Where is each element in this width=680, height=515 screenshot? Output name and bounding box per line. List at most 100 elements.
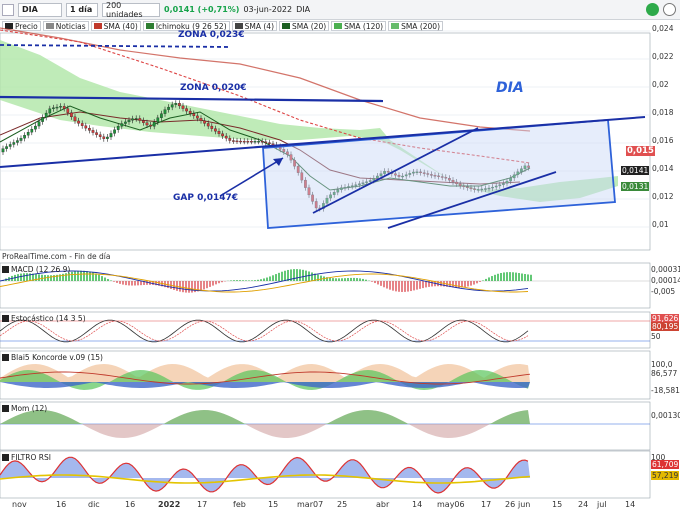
candle-body [228,138,232,141]
mom-positive [0,410,530,424]
price-tag-last: 0,0141 [621,166,650,175]
macd-bar [134,281,136,286]
macd-bar [197,281,199,292]
candle-body [145,122,149,126]
candle-body [70,112,73,118]
date-tick-label: 26 [505,500,516,509]
macd-bar [323,276,325,281]
macd-bar [350,277,352,281]
candle-body [451,179,455,183]
macd-bar [392,281,394,291]
candle-body [232,140,235,142]
macd-bar [38,274,40,281]
stoch-k-line [0,319,529,343]
macd-bar [380,281,382,286]
candle-body [448,178,451,181]
macd-bar [308,271,310,281]
candle-body [386,171,390,173]
candle-body [37,121,41,127]
macd-bar [191,281,193,293]
macd-bar [473,281,475,285]
settings-icon[interactable] [663,3,676,16]
macd-bar [92,272,94,281]
legend-label: SMA (120) [344,21,384,31]
rsi-pane-label[interactable]: FILTRO RSI [2,453,51,462]
macd-bar [419,281,421,289]
macd-bar [170,281,172,289]
macd-bar [107,279,109,281]
candle-body [217,131,221,134]
date-tick-label: 17 [197,500,208,509]
candle-body [160,113,163,118]
date-tick-label: 17 [481,500,492,509]
candle-body [260,141,264,143]
macd-bar [347,278,349,281]
units-select[interactable]: 200 unidades [102,1,160,19]
date-tick-label: 16 [125,500,136,509]
candle-body [469,187,473,189]
macd-bar [329,277,331,281]
macd-bar [269,276,271,281]
menu-icon[interactable] [2,3,14,16]
legend-chip[interactable]: SMA (40) [90,21,141,31]
candle-body [368,180,372,182]
candle-body [502,183,505,185]
candle-body [350,185,354,187]
macd-bar [239,280,241,281]
candle-body [509,177,512,182]
candle-body [264,141,268,143]
candle-body [48,108,52,114]
macd-bar [65,273,67,281]
date-tick-label: abr [376,500,390,509]
legend-chip[interactable]: SMA (20) [279,21,330,31]
date-tick-label: jun [518,500,531,509]
stoch-pane-label[interactable]: Estocástico (14 3 5) [2,314,86,323]
legend-chip[interactable]: SMA (200) [388,21,443,31]
candle-body [185,108,188,112]
macd-bar [179,281,181,292]
candle-body [80,123,84,126]
macd-bar [497,273,499,281]
candle-body [152,121,156,127]
mom-pane-label[interactable]: Mom (12) [2,404,47,413]
macd-bar [176,281,178,291]
symbol-field[interactable]: DIA [18,2,62,17]
period-label: 1 día [70,5,93,14]
price-tick-label: 0,024 [652,24,674,33]
koncorde-green [0,370,530,390]
macd-bar [185,281,187,293]
macd-bar [398,281,400,292]
candle-body [311,194,314,202]
macd-bar [416,281,418,290]
candle-body [307,187,311,196]
macd-bar [110,280,112,281]
macd-bar [374,281,376,284]
candle-body [289,154,293,161]
macd-bar [263,278,265,281]
legend-chip[interactable]: Precio [2,21,41,31]
toggle-green-icon[interactable] [646,3,659,16]
macd-bar [248,280,250,281]
price-change: 0,0141 (+0,71%) [164,5,240,14]
candle-body [476,189,480,191]
macd-bar [443,281,445,287]
koncorde-pane-label[interactable]: Blai5 Koncorde v.09 (15) [2,353,103,362]
candle-body [134,118,138,120]
legend-chip[interactable]: Noticias [42,21,89,31]
macd-value-3: -0,005 [651,287,676,296]
legend-swatch [391,23,400,29]
legend-chip[interactable]: SMA (120) [331,21,387,31]
macd-bar [281,271,283,281]
date-label: 03-jun-2022 [243,5,293,14]
period-select[interactable]: 1 día [66,2,98,17]
date-tick-label: 25 [337,500,348,509]
candle-body [505,180,509,184]
candle-body [62,106,66,109]
candle-body [1,148,5,153]
macd-pane-label[interactable]: MACD (12 26 9) [2,265,70,274]
macd-bar [200,281,202,291]
date-tick-label: 15 [552,500,563,509]
macd-bar [167,281,169,289]
macd-bar [158,281,160,286]
macd-bar [302,269,304,281]
